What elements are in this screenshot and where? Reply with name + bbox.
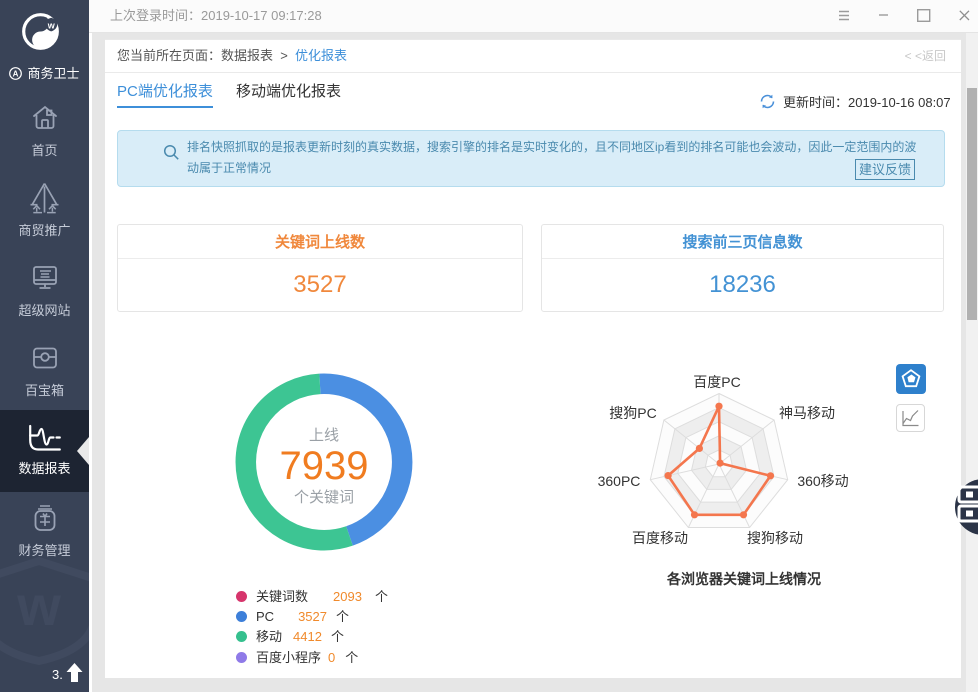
svg-text:w: w <box>47 21 56 31</box>
svg-text:A: A <box>13 69 19 78</box>
svg-text:w: w <box>16 574 61 637</box>
